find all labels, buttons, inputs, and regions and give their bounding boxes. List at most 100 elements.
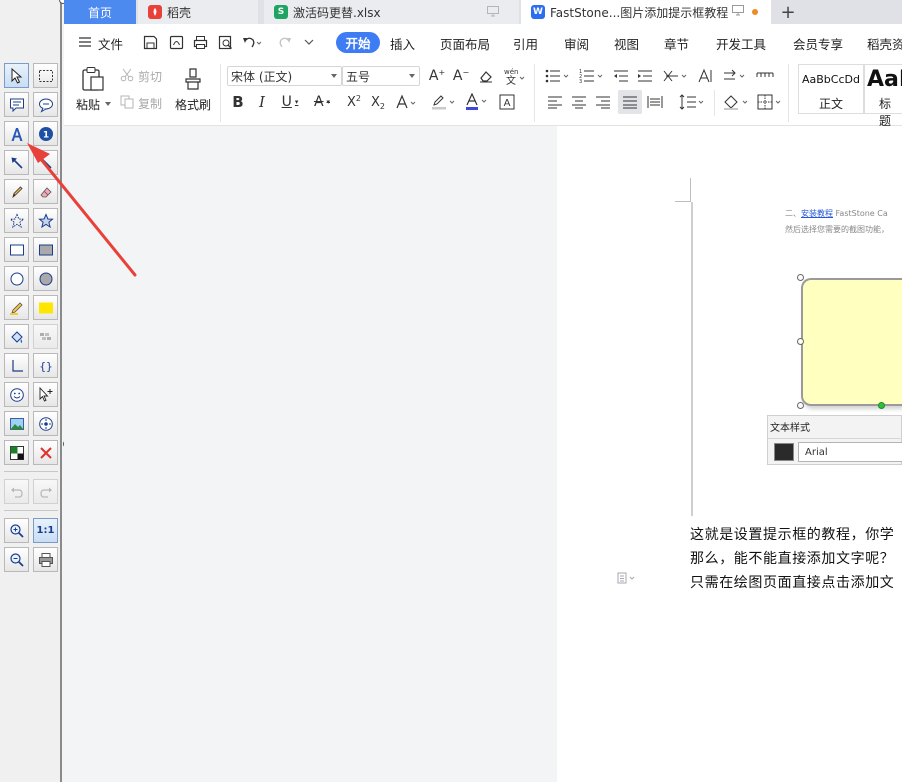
star-filled-tool-button[interactable] <box>33 208 58 233</box>
cursor-stamp-tool-button[interactable] <box>33 382 58 407</box>
chinese-layout-icon[interactable] <box>662 67 690 85</box>
menu-file[interactable]: 文件 <box>98 34 123 53</box>
clear-format-icon[interactable] <box>477 67 495 85</box>
menu-start[interactable]: 开始 <box>336 32 380 53</box>
format-painter-label[interactable]: 格式刷 <box>175 96 211 113</box>
eraser-tool-button[interactable] <box>33 179 58 204</box>
font-color-icon[interactable] <box>464 93 490 111</box>
actual-size-button[interactable]: 1:1 <box>33 518 58 543</box>
redo-icon[interactable] <box>276 34 292 50</box>
justify-icon[interactable] <box>618 90 642 114</box>
menu-chapter[interactable]: 章节 <box>664 34 689 53</box>
arrow-tool-button[interactable] <box>4 150 29 175</box>
tab-home[interactable]: 首页 <box>64 0 136 24</box>
menu-daoke-resources[interactable]: 稻壳资 <box>867 34 902 53</box>
paragraph-layout-icon[interactable] <box>617 572 637 587</box>
superscript-icon[interactable]: X2 <box>344 93 364 111</box>
quick-access-dropdown-icon[interactable] <box>304 37 314 47</box>
mosaic-tool-button[interactable] <box>33 324 58 349</box>
menu-review[interactable]: 审阅 <box>564 34 589 53</box>
menu-page-layout[interactable]: 页面布局 <box>440 34 490 53</box>
callout-round-tool-button[interactable] <box>33 92 58 117</box>
callout-shape[interactable] <box>801 278 902 406</box>
strikethrough-icon[interactable]: A ▾ <box>310 93 334 111</box>
cut-label[interactable]: 剪切 <box>138 68 162 85</box>
callout-resize-handle[interactable] <box>797 338 804 345</box>
braces-tool-button[interactable]: {} <box>33 353 58 378</box>
zoom-in-button[interactable] <box>4 518 29 543</box>
insert-image-tool-button[interactable] <box>4 411 29 436</box>
callout-rect-tool-button[interactable] <box>4 92 29 117</box>
filled-ellipse-tool-button[interactable] <box>33 266 58 291</box>
shading-icon[interactable] <box>722 93 752 111</box>
new-tab-button[interactable]: + <box>776 0 800 24</box>
blur-tool-button[interactable] <box>4 324 29 349</box>
print-button[interactable] <box>33 547 58 572</box>
show-marks-icon[interactable] <box>756 67 774 85</box>
rectangle-tool-button[interactable] <box>4 237 29 262</box>
paste-label[interactable]: 粘贴 <box>76 96 100 113</box>
align-left-icon[interactable] <box>546 93 564 111</box>
menu-view[interactable]: 视图 <box>614 34 639 53</box>
pencil-tool-button[interactable] <box>4 179 29 204</box>
shrink-font-icon[interactable]: A − <box>452 67 470 85</box>
format-painter-icon[interactable] <box>182 66 204 92</box>
bullet-list-icon[interactable] <box>544 67 572 85</box>
numbered-list-icon[interactable]: 123 <box>578 67 606 85</box>
bold-icon[interactable]: B <box>230 93 246 111</box>
print-icon[interactable] <box>192 34 208 50</box>
menu-member[interactable]: 会员专享 <box>793 34 843 53</box>
filled-rectangle-tool-button[interactable] <box>33 237 58 262</box>
callout-resize-handle[interactable] <box>797 402 804 409</box>
align-center-icon[interactable] <box>570 93 588 111</box>
font-name-select[interactable]: 宋体 (正文) <box>227 66 342 86</box>
decrease-indent-icon[interactable] <box>612 67 630 85</box>
text-color-swatch[interactable] <box>774 443 794 461</box>
color-picker-button[interactable] <box>4 440 29 465</box>
style-normal[interactable]: AaBbCcDd 正文 <box>798 64 864 114</box>
export-pdf-icon[interactable] <box>168 34 184 50</box>
paste-icon[interactable] <box>80 66 106 92</box>
align-right-icon[interactable] <box>594 93 612 111</box>
spotlight-tool-button[interactable] <box>33 411 58 436</box>
callout-pointer-handle[interactable] <box>878 402 885 409</box>
text-direction-icon[interactable] <box>696 67 714 85</box>
font-select[interactable]: Arial <box>798 442 902 462</box>
ellipse-tool-button[interactable] <box>4 266 29 291</box>
line-tool-button[interactable] <box>33 150 58 175</box>
highlight-rect-tool-button[interactable] <box>33 295 58 320</box>
hamburger-icon[interactable] <box>78 35 92 49</box>
undo-icon[interactable] <box>242 34 262 50</box>
copy-icon[interactable] <box>120 95 134 109</box>
font-size-select[interactable]: 五号 <box>342 66 420 86</box>
line-spacing-icon[interactable] <box>678 93 706 111</box>
sort-icon[interactable] <box>722 67 748 85</box>
delete-button[interactable] <box>33 440 58 465</box>
select-tool-button[interactable] <box>4 63 29 88</box>
save-icon[interactable] <box>142 34 158 50</box>
highlighter-tool-button[interactable] <box>4 295 29 320</box>
zoom-out-button[interactable] <box>4 547 29 572</box>
corner-tool-button[interactable] <box>4 353 29 378</box>
text-effect-icon[interactable] <box>394 93 418 111</box>
subscript-icon[interactable]: X2 <box>368 93 388 111</box>
increase-indent-icon[interactable] <box>636 67 654 85</box>
borders-icon[interactable] <box>756 93 784 111</box>
text-tool-button[interactable] <box>4 121 29 146</box>
rect-select-tool-button[interactable] <box>33 63 58 88</box>
tab-daoke[interactable]: 稻壳 <box>138 0 258 24</box>
callout-resize-handle[interactable] <box>797 274 804 281</box>
underline-icon[interactable]: U ▾ <box>278 93 302 111</box>
phonetic-guide-icon[interactable]: wén 文 <box>502 66 526 86</box>
distribute-icon[interactable] <box>646 93 664 111</box>
tab-spreadsheet[interactable]: S 激活码更替.xlsx <box>264 0 519 24</box>
menu-developer[interactable]: 开发工具 <box>716 34 766 53</box>
menu-references[interactable]: 引用 <box>513 34 538 53</box>
print-preview-icon[interactable] <box>217 34 233 50</box>
copy-label[interactable]: 复制 <box>138 95 162 112</box>
paste-dropdown-icon[interactable] <box>105 102 111 106</box>
style-heading[interactable]: AaI 标题 <box>864 64 902 128</box>
tab-document[interactable]: W FastStone...图片添加提示框教程 <box>521 0 771 24</box>
redo-button[interactable] <box>33 479 58 504</box>
italic-icon[interactable]: I <box>254 93 270 111</box>
